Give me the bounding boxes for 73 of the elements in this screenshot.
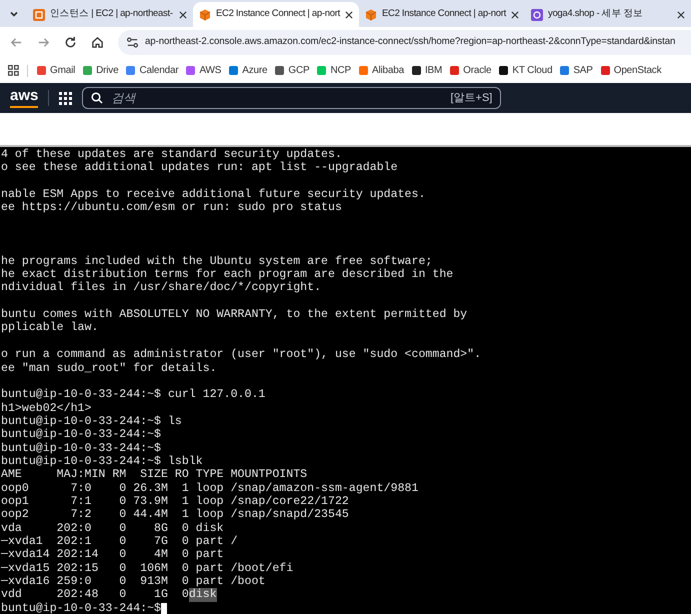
bookmark[interactable]: Drive xyxy=(82,63,118,78)
terminal-line: oop0 7:0 0 26.3M 1 loop /snap/amazon-ssm-agent/9881 xyxy=(1,482,418,495)
tab-title: EC2 Instance Connect | ap-nort xyxy=(216,7,340,22)
terminal-line: ─xvda16 259:0 0 913M 0 part /boot xyxy=(1,575,266,588)
tab-favicon-icon xyxy=(531,8,543,20)
terminal-line: buntu@ip-10-0-33-244:~$ xyxy=(1,428,162,442)
bookmark[interactable]: Azure xyxy=(228,63,268,78)
terminal-line: oop2 7:2 0 44.4M 1 loop /snap/snapd/23545 xyxy=(1,508,349,522)
site-info-icon[interactable] xyxy=(126,36,139,49)
terminal-line: buntu@ip-10-0-33-244:~$ xyxy=(1,602,162,614)
browser-tab[interactable]: EC2 Instance Connect | ap-nort xyxy=(193,2,359,27)
terminal-line: buntu@ip-10-0-33-244:~$ xyxy=(1,442,162,455)
back-icon[interactable] xyxy=(10,36,23,49)
reload-icon[interactable] xyxy=(64,36,77,49)
tab-title: EC2 Instance Connect | ap-nort xyxy=(382,7,506,22)
browser-tab[interactable]: EC2 Instance Connect | ap-nort xyxy=(359,2,525,27)
terminal-line: o run a command as administrator (user "root"), use "sudo <command>". xyxy=(1,348,482,362)
terminal-line: pplicable law. xyxy=(1,321,98,335)
terminal-line: buntu@ip-10-0-33-244:~$ curl 127.0.0.1 xyxy=(1,388,266,402)
aws-logo[interactable]: aws xyxy=(10,88,38,108)
bookmark[interactable]: Gmail xyxy=(36,63,76,78)
close-icon[interactable] xyxy=(511,10,519,18)
bookmark[interactable]: SAP xyxy=(559,63,593,78)
bookmark[interactable]: NCP xyxy=(316,63,351,78)
terminal-line: ee https://ubuntu.com/esm or run: sudo pro status xyxy=(1,201,342,215)
browser-tab[interactable]: 인스턴스 | EC2 | ap-northeast- xyxy=(27,2,193,27)
services-grid-icon[interactable] xyxy=(59,92,72,104)
terminal-line: he exact distribution terms for each program are described in the xyxy=(1,268,454,282)
selected-text: disk xyxy=(188,588,217,602)
terminal-line: ─xvda14 202:14 0 4M 0 part xyxy=(1,548,224,562)
home-icon[interactable] xyxy=(91,36,104,49)
terminal-line: buntu@ip-10-0-33-244:~$ ls xyxy=(1,414,182,428)
terminal-line: vda 202:0 0 8G 0 disk xyxy=(1,522,224,535)
bookmark[interactable]: KT Cloud xyxy=(498,63,552,78)
terminal-line: buntu comes with ABSOLUTELY NO WARRANTY, to the extent permitted by xyxy=(1,308,468,322)
search-field[interactable]: 검색 [알트+S] xyxy=(82,87,502,109)
close-icon[interactable] xyxy=(677,10,685,18)
close-icon[interactable] xyxy=(179,10,187,18)
address-bar[interactable]: ap-northeast-2.console.aws.amazon.com/ec2-instance-connect/ssh/home?region=ap-northeast-2&connType=standard&instan xyxy=(118,30,691,55)
cube-icon xyxy=(199,8,211,20)
browser-tab[interactable]: yoga4.shop - 세부 정보 xyxy=(525,2,691,27)
terminal-line: o see these additional updates run: apt list --upgradable xyxy=(1,161,398,175)
tab-title: yoga4.shop - 세부 정보 xyxy=(548,7,644,22)
forward-icon[interactable] xyxy=(37,36,50,49)
terminal-line: ndividual files in /usr/share/doc/*/copyright. xyxy=(1,281,322,295)
terminal-line: vdd 202:48 0 1G 0 xyxy=(1,588,189,602)
bookmark[interactable]: Alibaba xyxy=(358,63,404,78)
close-icon[interactable] xyxy=(345,10,353,18)
terminal-line: ee "man sudo_root" for details. xyxy=(1,362,217,375)
bookmark[interactable]: GCP xyxy=(274,63,310,78)
bookmark[interactable]: Calendar xyxy=(125,63,178,78)
bookmark[interactable]: IBM xyxy=(410,63,442,78)
terminal-line: AME MAJ:MIN RM SIZE RO TYPE MOUNTPOINTS xyxy=(1,468,308,482)
terminal-line: ─xvda15 202:15 0 106M 0 part /boot/efi xyxy=(1,562,294,575)
terminal-line: nable ESM Apps to receive additional future security updates. xyxy=(1,188,426,202)
url-text: ap-northeast-2.console.aws.amazon.com/ec2-instance-connect/ssh/home?region=ap-northeast-2&connType=standard&instan xyxy=(145,35,676,50)
terminal[interactable] xyxy=(0,147,691,614)
terminal-line: he programs included with the Ubuntu system are free software; xyxy=(1,254,432,268)
terminal-line: h1>web02</h1> xyxy=(1,402,92,415)
terminal-line: 4 of these updates are standard security updates. xyxy=(1,148,342,162)
tab-title: 인스턴스 | EC2 | ap-northeast- xyxy=(50,7,174,22)
cube-icon xyxy=(365,8,377,20)
tab-favicon-icon xyxy=(33,8,45,20)
terminal-line: buntu@ip-10-0-33-244:~$ lsblk xyxy=(1,454,203,468)
bookmark[interactable]: Oracle xyxy=(449,63,492,78)
apps-grid-icon[interactable] xyxy=(8,65,19,76)
search-input[interactable]: 검색 xyxy=(111,89,442,107)
bookmark[interactable]: AWS xyxy=(185,63,222,78)
terminal-line: oop1 7:1 0 73.9M 1 loop /snap/core22/1722 xyxy=(1,494,349,508)
shortcut-hint: [알트+S] xyxy=(450,90,492,106)
terminal-line: ─xvda1 202:1 0 7G 0 part / xyxy=(1,534,238,548)
search-icon xyxy=(91,92,104,104)
bookmark[interactable]: OpenStack xyxy=(600,63,662,78)
